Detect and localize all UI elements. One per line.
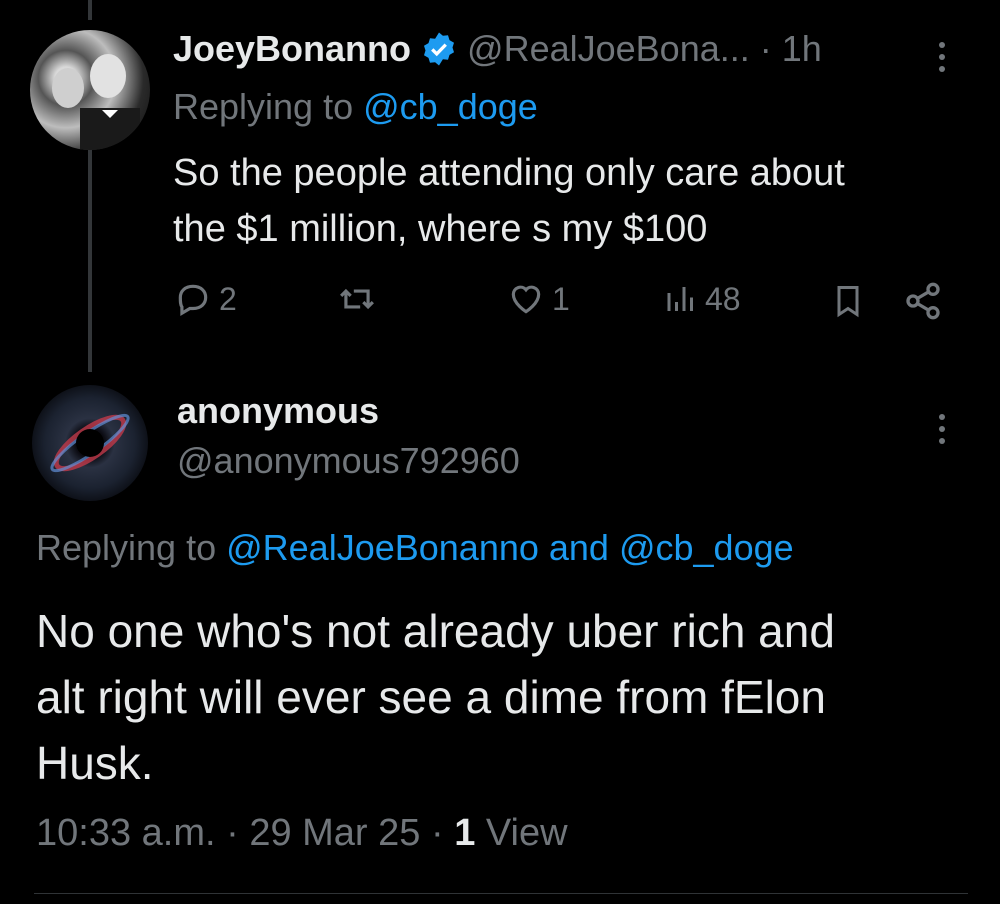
retweet-button[interactable] (335, 280, 379, 318)
mention-link[interactable]: @cb_doge (619, 527, 794, 568)
reply-button[interactable]: 2 (173, 280, 237, 318)
replying-prefix: Replying to (173, 86, 364, 127)
tweet2-text-line: Husk. (36, 737, 154, 789)
avatar-joeybonanno[interactable] (30, 30, 150, 150)
retweet-icon (340, 288, 374, 310)
tweet1-handle[interactable]: @RealJoeBona... (467, 28, 750, 70)
view-count: 48 (705, 280, 741, 317)
tweet2-meta: 10:33 a.m. · 29 Mar 25 · 1 View (36, 812, 568, 855)
more-icon[interactable] (934, 40, 950, 79)
avatar-photo (52, 54, 140, 150)
view-label: View (475, 812, 568, 854)
tweet2-text: No one who's not already uber rich and a… (36, 598, 976, 796)
divider (34, 893, 968, 894)
tweet1-time[interactable]: · 1h (760, 28, 822, 70)
views-button[interactable]: 48 (663, 280, 741, 318)
tweet1-text: So the people attending only care about … (173, 145, 973, 257)
avatar-galaxy (50, 413, 130, 473)
like-count: 1 (552, 280, 570, 317)
bookmark-icon[interactable] (830, 281, 866, 326)
tweet1-replying: Replying to @cb_doge (173, 86, 538, 128)
tweet1-header: JoeyBonanno @RealJoeBona... · 1h (173, 28, 822, 70)
reply-count: 2 (219, 280, 237, 317)
thread-line (88, 150, 92, 372)
mention-link[interactable]: @cb_doge (363, 86, 538, 127)
avatar-anonymous[interactable] (32, 385, 148, 501)
mention-link[interactable]: @RealJoeBonanno (226, 527, 539, 568)
reply-icon (178, 284, 208, 317)
replying-prefix: Replying to (36, 527, 227, 568)
tweet2-name[interactable]: anonymous (177, 390, 379, 432)
more-icon[interactable] (934, 412, 950, 451)
replying-and: and (538, 527, 619, 568)
timestamp[interactable]: 10:33 a.m. · 29 Mar 25 · (36, 812, 454, 854)
like-icon (511, 285, 541, 314)
share-icon[interactable] (902, 281, 944, 326)
verified-badge-icon (421, 31, 457, 67)
tweet1-text-line: So the people attending only care about (173, 152, 845, 194)
view-number: 1 (454, 812, 476, 854)
tweet2-text-line: alt right will ever see a dime from fElo… (36, 671, 826, 723)
views-icon (667, 287, 693, 311)
tweet1-text-line: the $1 million, where s my $100 (173, 208, 708, 250)
tweet2-text-line: No one who's not already uber rich and (36, 605, 835, 657)
tweet1-name[interactable]: JoeyBonanno (173, 28, 411, 70)
tweet2-replying: Replying to @RealJoeBonanno and @cb_doge (36, 527, 794, 569)
like-button[interactable]: 1 (506, 280, 570, 318)
thread-line-top (88, 0, 92, 20)
tweet2-handle[interactable]: @anonymous792960 (177, 440, 520, 482)
